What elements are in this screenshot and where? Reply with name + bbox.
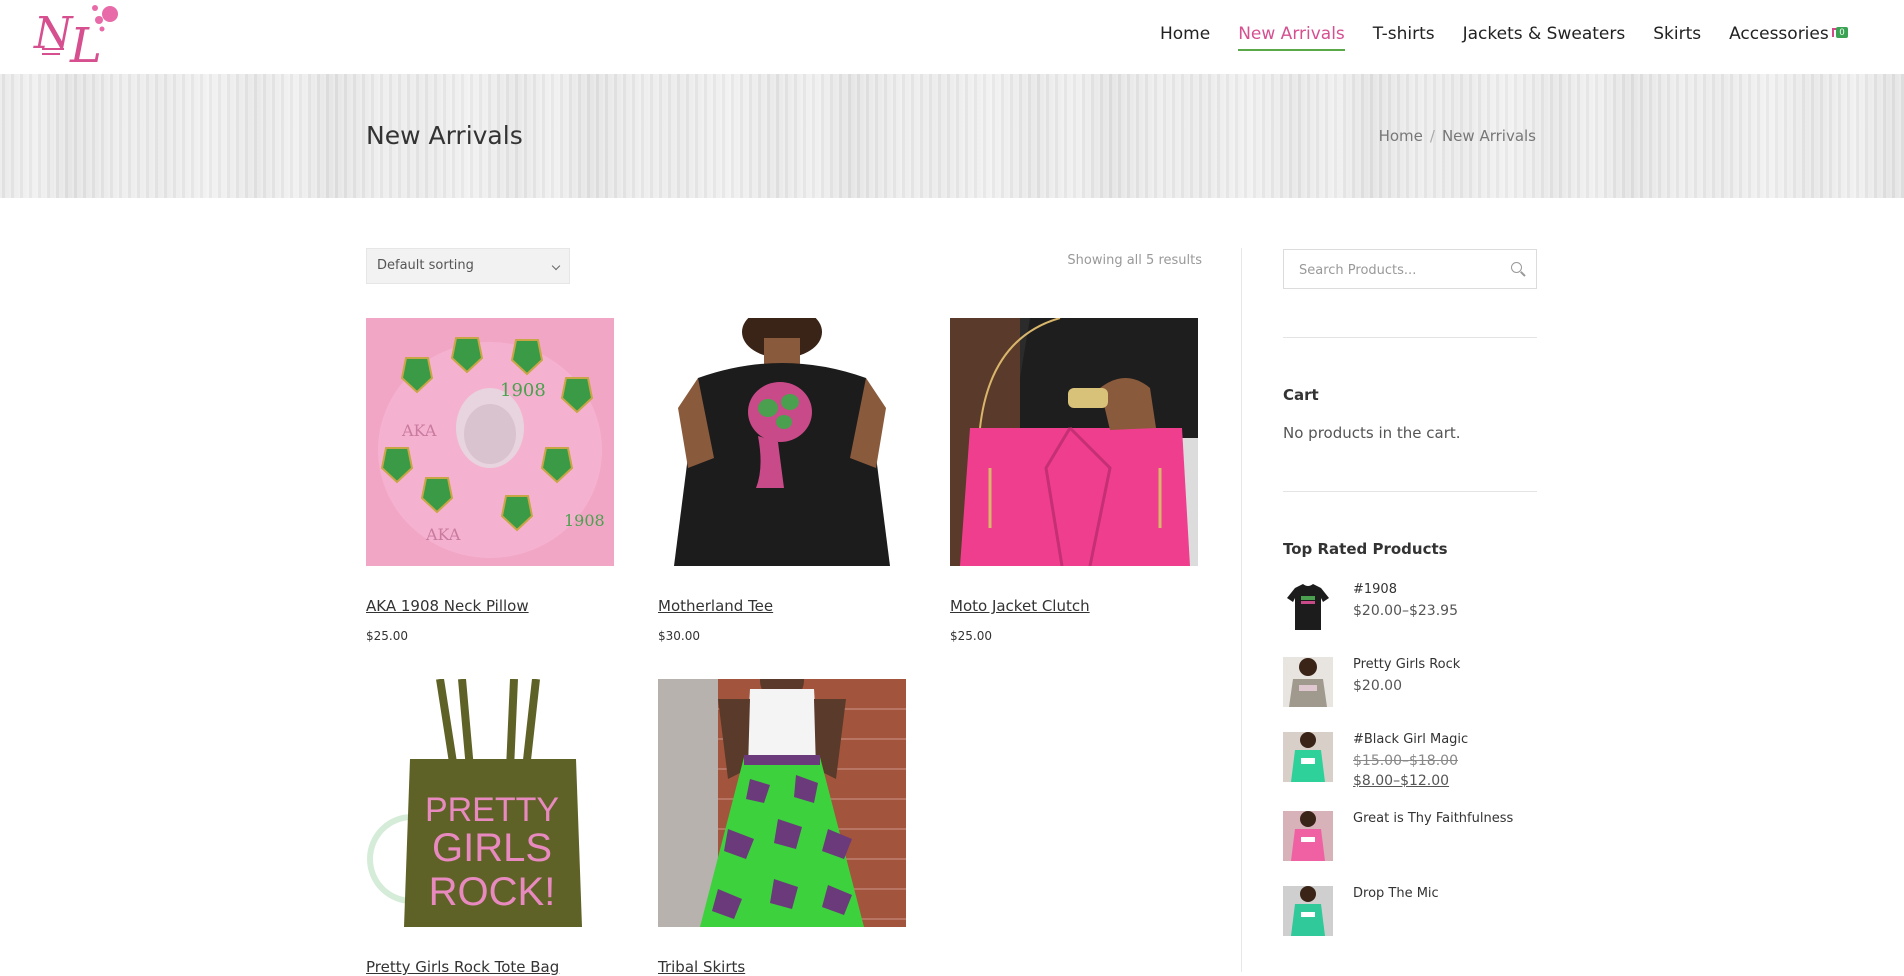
- top-rated-item[interactable]: Pretty Girls Rock $20.00: [1283, 657, 1537, 709]
- sorting-value: Default sorting: [377, 258, 474, 273]
- top-rated-item[interactable]: Great is Thy Faithfulness: [1283, 811, 1537, 863]
- nav-accessories[interactable]: Accessories: [1729, 24, 1829, 44]
- nav-tshirts[interactable]: T-shirts: [1373, 24, 1435, 44]
- top-rated-item[interactable]: Drop The Mic: [1283, 886, 1537, 938]
- product-name[interactable]: Moto Jacket Clutch: [950, 597, 1090, 615]
- site-header: N L Home New Arrivals T-shirts Jackets &…: [0, 0, 1904, 75]
- top-rated-title: Top Rated Products: [1283, 540, 1448, 558]
- breadcrumb-separator: /: [1429, 127, 1435, 145]
- pillow-letters-text: AKA: [401, 421, 437, 440]
- top-rated-thumbnail[interactable]: [1283, 886, 1333, 936]
- top-rated-name[interactable]: #Black Girl Magic: [1353, 732, 1468, 747]
- top-rated-old-price: $15.00–$18.00: [1353, 753, 1458, 769]
- top-rated-item[interactable]: #Black Girl Magic $15.00–$18.00 $8.00–$1…: [1283, 732, 1537, 792]
- top-rated-sale-price: $8.00–$12.00: [1353, 773, 1450, 789]
- tote-text-line: GIRLS: [432, 826, 552, 870]
- content-divider: [1241, 248, 1242, 972]
- product-image[interactable]: PRETTY GIRLS ROCK!: [366, 679, 614, 927]
- product-card: Moto Jacket Clutch $25.00: [950, 318, 1198, 643]
- nav-home[interactable]: Home: [1160, 24, 1210, 44]
- breadcrumb-current: New Arrivals: [1441, 127, 1536, 145]
- product-card: Tribal Skirts: [658, 679, 906, 976]
- top-rated-name[interactable]: Drop The Mic: [1353, 886, 1439, 901]
- cart-count-badge[interactable]: 0: [1836, 27, 1848, 38]
- cart-empty-message: No products in the cart.: [1283, 424, 1461, 442]
- product-image[interactable]: [658, 679, 906, 927]
- product-name[interactable]: Tribal Skirts: [658, 958, 745, 976]
- result-count: Showing all 5 results: [1067, 253, 1202, 268]
- breadcrumb: Home / New Arrivals: [1379, 127, 1536, 145]
- product-name[interactable]: Pretty Girls Rock Tote Bag: [366, 958, 559, 976]
- product-card: Motherland Tee $30.00: [658, 318, 906, 643]
- product-card: PRETTY GIRLS ROCK! Pretty Girls Rock Tot…: [366, 679, 614, 976]
- top-rated-name[interactable]: Pretty Girls Rock: [1353, 657, 1460, 672]
- top-rated-item[interactable]: #1908 $20.00–$23.95: [1283, 582, 1537, 634]
- pillow-year-text: 1908: [564, 511, 605, 530]
- svg-text:N: N: [33, 8, 74, 59]
- product-image[interactable]: [950, 318, 1198, 566]
- nav-jackets-sweaters[interactable]: Jackets & Sweaters: [1463, 24, 1626, 44]
- top-rated-thumbnail[interactable]: [1283, 732, 1333, 782]
- search-icon[interactable]: [1511, 262, 1522, 273]
- top-rated-name[interactable]: #1908: [1353, 582, 1397, 597]
- chevron-down-icon: [551, 261, 561, 271]
- product-search: [1283, 249, 1537, 290]
- sidebar-divider: [1283, 491, 1537, 492]
- site-logo[interactable]: N L: [26, 0, 126, 70]
- sidebar-divider: [1283, 337, 1537, 338]
- breadcrumb-home[interactable]: Home: [1379, 127, 1423, 145]
- top-rated-price: $20.00: [1353, 678, 1402, 694]
- product-price: $25.00: [950, 629, 992, 643]
- cart-widget-title: Cart: [1283, 386, 1319, 404]
- top-rated-name[interactable]: Great is Thy Faithfulness: [1353, 811, 1513, 826]
- sorting-select[interactable]: Default sorting: [366, 248, 570, 284]
- product-card: 1908 1908 AKA AKA AKA 1908 Neck Pillow $…: [366, 318, 614, 643]
- tote-text-line: PRETTY: [425, 791, 559, 829]
- main-nav: Home New Arrivals T-shirts Jackets & Swe…: [1160, 0, 1857, 70]
- product-price: $25.00: [366, 629, 408, 643]
- page-title-bar: [0, 74, 1904, 198]
- product-name[interactable]: Motherland Tee: [658, 597, 773, 615]
- pillow-year-text: 1908: [500, 380, 546, 401]
- top-rated-thumbnail[interactable]: [1283, 582, 1333, 632]
- nav-new-arrivals[interactable]: New Arrivals: [1238, 24, 1345, 51]
- top-rated-thumbnail[interactable]: [1283, 657, 1333, 707]
- page-title: New Arrivals: [366, 121, 523, 150]
- svg-text:L: L: [69, 18, 102, 70]
- product-image[interactable]: [658, 318, 906, 566]
- top-rated-thumbnail[interactable]: [1283, 811, 1333, 861]
- product-name[interactable]: AKA 1908 Neck Pillow: [366, 597, 529, 615]
- tote-text-line: ROCK!: [429, 870, 556, 914]
- top-rated-price: $20.00–$23.95: [1353, 603, 1458, 619]
- pillow-letters-text: AKA: [425, 525, 461, 544]
- product-price: $30.00: [658, 629, 700, 643]
- product-image[interactable]: 1908 1908 AKA AKA: [366, 318, 614, 566]
- nav-skirts[interactable]: Skirts: [1653, 24, 1701, 44]
- search-input[interactable]: [1284, 250, 1501, 290]
